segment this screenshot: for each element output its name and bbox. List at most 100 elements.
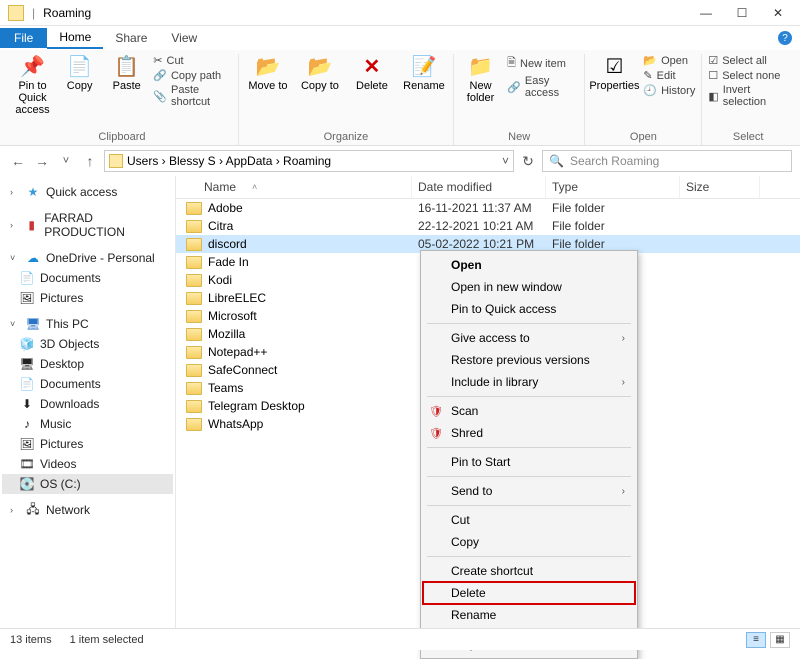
properties-button[interactable]: ☑Properties (591, 54, 637, 92)
select-all-button[interactable]: ☑Select all (708, 54, 788, 67)
history-button[interactable]: 🕘History (643, 84, 695, 97)
breadcrumb[interactable]: Users › Blessy S › AppData › Roaming ˅ (104, 150, 514, 172)
nav-os-c-label: OS (C:) (40, 477, 81, 491)
nav-this-pc-label: This PC (46, 317, 89, 331)
nav-farrad[interactable]: ›▮FARRAD PRODUCTION (2, 208, 173, 242)
folder-icon (186, 310, 202, 323)
col-type[interactable]: Type (546, 176, 680, 198)
ctx-open[interactable]: Open (423, 254, 635, 276)
pin-quick-access-button[interactable]: 📌Pin to Quick access (12, 54, 53, 116)
forward-button[interactable]: → (32, 153, 52, 169)
col-date[interactable]: Date modified (412, 176, 546, 198)
ctx-pin-quick-access[interactable]: Pin to Quick access (423, 298, 635, 320)
nav-documents2[interactable]: 📄Documents (2, 374, 173, 394)
col-size[interactable]: Size (680, 176, 760, 198)
pc-icon: 🖥 (26, 317, 40, 331)
file-name: discord (208, 237, 247, 251)
move-to-button[interactable]: 📂Move to (245, 54, 291, 92)
ctx-cut[interactable]: Cut (423, 509, 635, 531)
nav-quick-access[interactable]: ›★Quick access (2, 182, 173, 202)
details-view-button[interactable]: ≡ (746, 632, 766, 648)
paste-shortcut-label: Paste shortcut (171, 84, 232, 108)
nav-network[interactable]: ›🖧Network (2, 500, 173, 520)
maximize-button[interactable]: ☐ (724, 1, 760, 25)
ctx-open-new-window[interactable]: Open in new window (423, 276, 635, 298)
table-row[interactable]: Adobe16-11-2021 11:37 AMFile folder (176, 199, 800, 217)
tab-share[interactable]: Share (103, 28, 159, 48)
folder-icon (186, 346, 202, 359)
nav-videos[interactable]: 🎞Videos (2, 454, 173, 474)
delete-button[interactable]: ✕Delete (349, 54, 395, 92)
new-folder-button[interactable]: 📁New folder (460, 54, 501, 104)
shield-icon: 🛡 (429, 426, 443, 440)
rename-button[interactable]: 📝Rename (401, 54, 447, 92)
breadcrumb-path: Users › Blessy S › AppData › Roaming (127, 154, 331, 168)
ctx-copy[interactable]: Copy (423, 531, 635, 553)
select-none-button[interactable]: ☐Select none (708, 69, 788, 82)
copy-button[interactable]: 📄Copy (59, 54, 100, 92)
ctx-delete[interactable]: Delete (423, 582, 635, 604)
ctx-restore-versions[interactable]: Restore previous versions (423, 349, 635, 371)
nav-pictures[interactable]: 🖼Pictures (2, 288, 173, 308)
search-placeholder: Search Roaming (570, 154, 659, 168)
table-row[interactable]: Citra22-12-2021 10:21 AMFile folder (176, 217, 800, 235)
chevron-right-icon: › (622, 486, 625, 497)
breadcrumb-dropdown-icon[interactable]: ˅ (502, 154, 509, 168)
copy-to-button[interactable]: 📂Copy to (297, 54, 343, 92)
star-icon: ★ (26, 185, 40, 199)
refresh-button[interactable]: ↻ (518, 153, 538, 170)
tab-view[interactable]: View (159, 28, 209, 48)
ctx-create-shortcut[interactable]: Create shortcut (423, 560, 635, 582)
nav-pictures2-label: Pictures (40, 437, 83, 451)
ctx-sep (427, 505, 631, 506)
file-name: Notepad++ (208, 345, 267, 359)
nav-os-c[interactable]: 💽OS (C:) (2, 474, 173, 494)
paste-shortcut-button[interactable]: 📎Paste shortcut (153, 84, 232, 108)
nav-onedrive[interactable]: ˅☁OneDrive - Personal (2, 248, 173, 268)
pin-icon: 📌 (19, 54, 47, 80)
ctx-include-library[interactable]: Include in library› (423, 371, 635, 393)
ctx-send-to[interactable]: Send to › (423, 480, 635, 502)
search-icon: 🔍 (549, 154, 564, 168)
edit-button[interactable]: ✎Edit (643, 69, 695, 82)
nav-pictures2[interactable]: 🖼Pictures (2, 434, 173, 454)
nav-this-pc[interactable]: ˅🖥This PC (2, 314, 173, 334)
cut-button[interactable]: ✂Cut (153, 54, 232, 67)
back-button[interactable]: ← (8, 153, 28, 169)
nav-music[interactable]: ♪Music (2, 414, 173, 434)
edit-icon: ✎ (643, 69, 652, 82)
ctx-scan[interactable]: 🛡Scan (423, 400, 635, 422)
tab-home[interactable]: Home (47, 27, 103, 49)
nav-documents[interactable]: 📄Documents (2, 268, 173, 288)
open-button[interactable]: 📂Open (643, 54, 695, 67)
nav-downloads[interactable]: ⬇Downloads (2, 394, 173, 414)
documents-icon: 📄 (20, 377, 34, 391)
folder-icon (186, 292, 202, 305)
downloads-icon: ⬇ (20, 397, 34, 411)
ctx-send-to-label: Send to (451, 484, 492, 498)
ctx-shred[interactable]: 🛡Shred (423, 422, 635, 444)
copy-path-button[interactable]: 🔗Copy path (153, 69, 232, 82)
close-button[interactable]: ✕ (760, 1, 796, 25)
nav-desktop[interactable]: 🖥Desktop (2, 354, 173, 374)
tab-file[interactable]: File (0, 28, 47, 48)
easy-access-button[interactable]: 🔗Easy access (507, 75, 578, 99)
ctx-rename[interactable]: Rename (423, 604, 635, 626)
ctx-pin-start[interactable]: Pin to Start (423, 451, 635, 473)
invert-selection-button[interactable]: ◧Invert selection (708, 84, 788, 108)
recent-button[interactable]: ˅ (56, 155, 76, 167)
documents-icon: 📄 (20, 271, 34, 285)
search-input[interactable]: 🔍 Search Roaming (542, 150, 792, 172)
help-icon[interactable]: ? (778, 31, 792, 45)
ctx-give-access[interactable]: Give access to› (423, 327, 635, 349)
ribbon-group-organize: 📂Move to 📂Copy to ✕Delete 📝Rename Organi… (239, 54, 454, 145)
col-name[interactable]: Name˄ (176, 176, 412, 198)
new-item-button[interactable]: 🗎New item (507, 54, 578, 73)
nav-onedrive-label: OneDrive - Personal (46, 251, 155, 265)
minimize-button[interactable]: — (688, 1, 724, 25)
nav-3d-objects[interactable]: 🧊3D Objects (2, 334, 173, 354)
icons-view-button[interactable]: ▦ (770, 632, 790, 648)
up-button[interactable]: ↑ (80, 153, 100, 169)
open-icon: 📂 (643, 54, 657, 67)
paste-button[interactable]: 📋Paste (106, 54, 147, 92)
